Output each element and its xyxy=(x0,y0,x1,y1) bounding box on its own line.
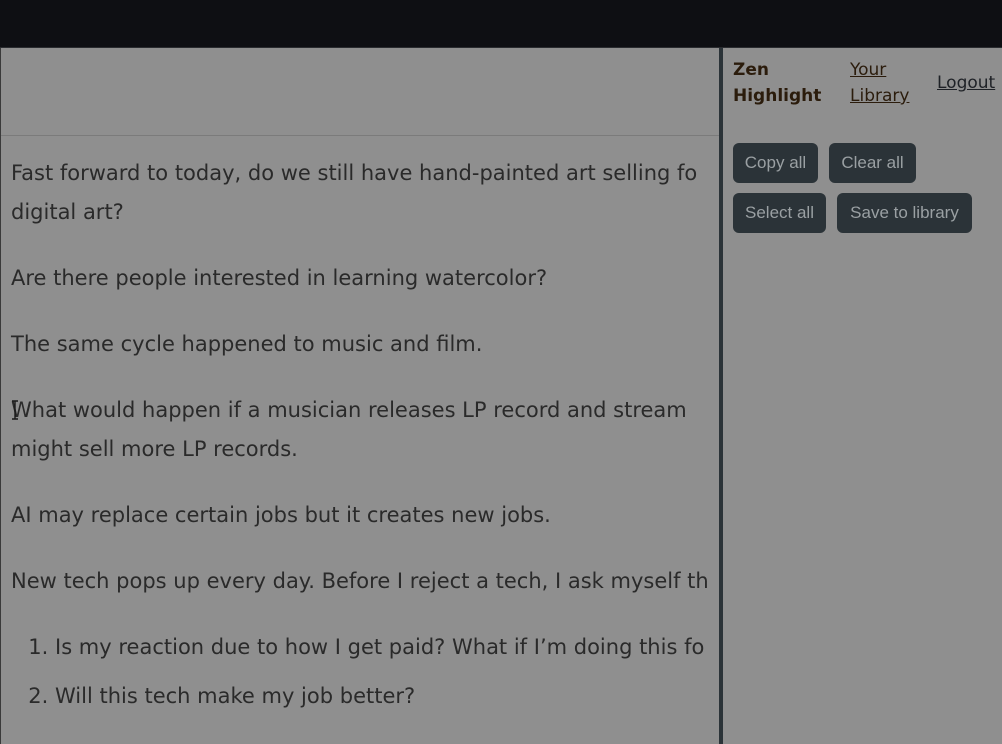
article-paragraph[interactable]: What would happen if a musician releases… xyxy=(11,391,719,469)
save-to-library-button[interactable]: Save to library xyxy=(837,193,972,233)
article-header xyxy=(1,48,719,136)
text-cursor-icon xyxy=(12,400,18,420)
article-line: digital art? xyxy=(11,200,124,224)
copy-all-button[interactable]: Copy all xyxy=(733,143,818,183)
browser-top-bar xyxy=(0,0,1002,48)
article-paragraph[interactable]: The same cycle happened to music and fil… xyxy=(11,325,719,364)
article-list: Is my reaction due to how I get paid? Wh… xyxy=(11,628,719,716)
article-pane[interactable]: Fast forward to today, do we still have … xyxy=(0,48,719,744)
your-library-link[interactable]: Your Library xyxy=(850,57,930,109)
article-paragraph[interactable]: Fast forward to today, do we still have … xyxy=(11,154,719,232)
list-item[interactable]: Is my reaction due to how I get paid? Wh… xyxy=(55,628,719,667)
article-line: What would happen if a musician releases… xyxy=(11,398,687,422)
article-line: might sell more LP records. xyxy=(11,437,298,461)
sidebar-nav: Zen Highlight Your Library Logout xyxy=(733,57,1002,117)
article-paragraph[interactable]: New tech pops up every day. Before I rej… xyxy=(11,562,719,601)
brand-title: Zen Highlight xyxy=(733,60,822,106)
zen-highlight-sidebar: Zen Highlight Your Library Logout Copy a… xyxy=(723,48,1002,744)
list-item[interactable]: Will this tech make my job better? xyxy=(55,677,719,716)
logout-link[interactable]: Logout xyxy=(937,70,995,96)
clear-all-button[interactable]: Clear all xyxy=(829,143,916,183)
article-paragraph[interactable]: AI may replace certain jobs but it creat… xyxy=(11,496,719,535)
article-line: Fast forward to today, do we still have … xyxy=(11,161,698,185)
article-body[interactable]: Fast forward to today, do we still have … xyxy=(11,118,719,726)
select-all-button[interactable]: Select all xyxy=(733,193,826,233)
article-paragraph[interactable]: Are there people interested in learning … xyxy=(11,259,719,298)
